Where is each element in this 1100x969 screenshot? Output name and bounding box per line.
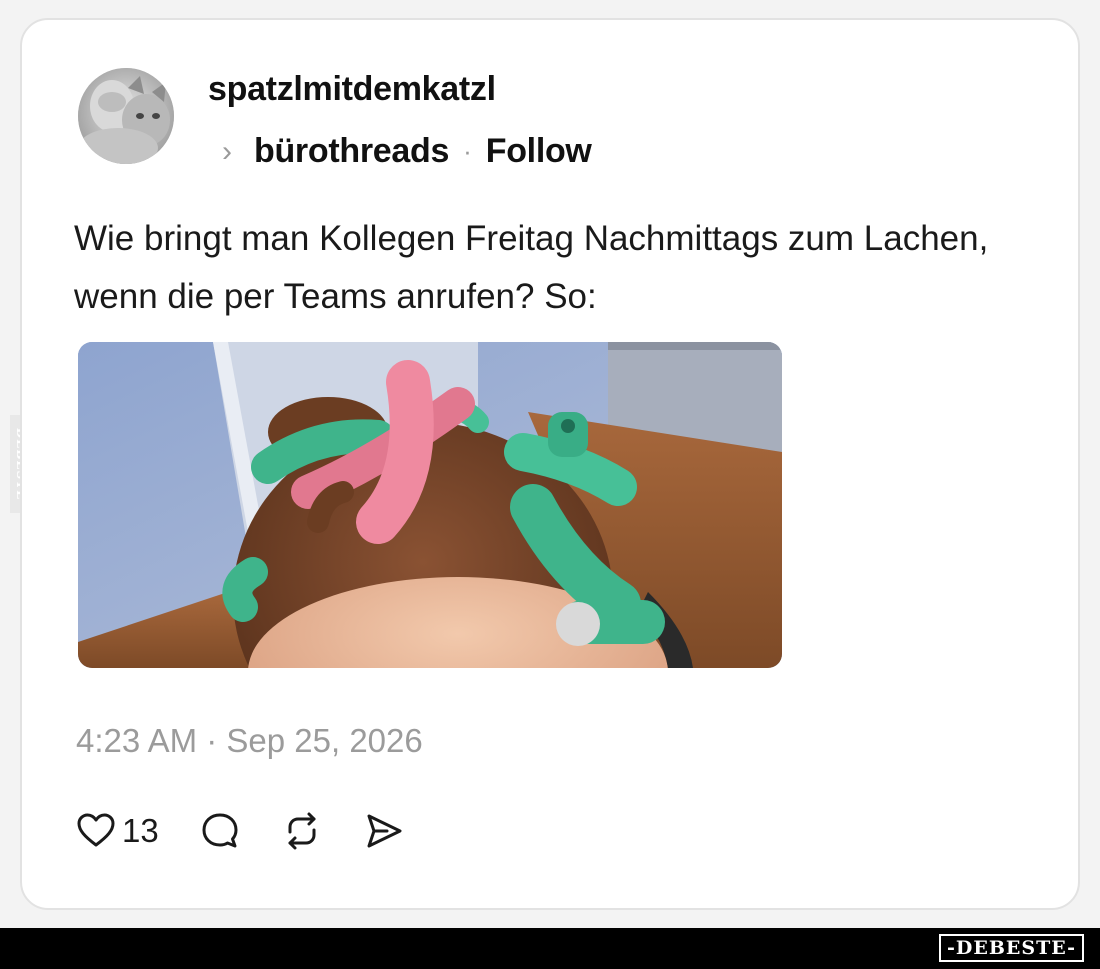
post-timestamp: 4:23 AM · Sep 25, 2026 [76, 722, 423, 759]
community-link[interactable]: bürothreads [254, 132, 449, 171]
comment-button[interactable] [199, 810, 241, 852]
footer-bar: -DEBESTE- [0, 928, 1100, 969]
post-text: Wie bringt man Kollegen Freitag Nachmitt… [74, 219, 989, 316]
username[interactable]: spatzlmitdemkatzl [208, 70, 496, 109]
send-icon [367, 814, 402, 848]
like-button[interactable]: 13 [76, 811, 199, 851]
post-card: spatzlmitdemkatzl › bürothreads · Follow… [20, 18, 1080, 910]
share-button[interactable] [363, 810, 405, 852]
post-image[interactable] [78, 342, 782, 668]
repost-button[interactable] [281, 810, 323, 852]
community-line: › bürothreads · Follow [222, 132, 592, 171]
repost-icon [288, 812, 316, 850]
post-photo [78, 342, 782, 668]
chevron-right-icon: › [222, 134, 232, 168]
brand-watermark: -DEBESTE- [939, 934, 1084, 962]
avatar-icon [78, 68, 174, 164]
comment-icon [202, 813, 238, 848]
follow-button[interactable]: Follow [486, 132, 592, 171]
heart-icon [77, 813, 115, 847]
separator-dot: · [463, 136, 472, 166]
avatar[interactable] [78, 68, 174, 164]
like-count: 13 [122, 812, 159, 849]
action-bar: 13 [76, 810, 405, 852]
